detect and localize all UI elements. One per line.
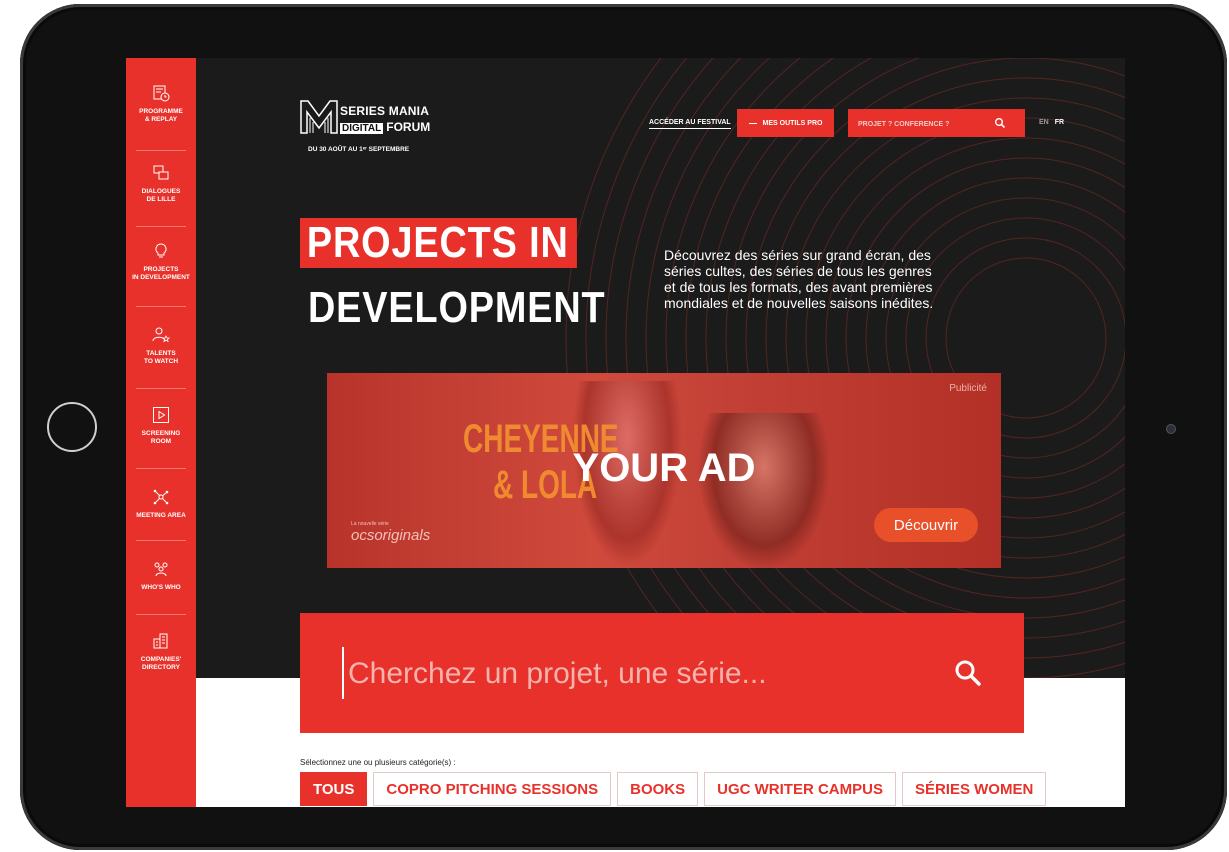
sidebar-item-label: DIALOGUES DE LILLE bbox=[141, 188, 181, 203]
project-search[interactable] bbox=[300, 613, 1024, 733]
category-tous[interactable]: TOUS bbox=[300, 772, 368, 806]
category-series-women[interactable]: SÉRIES WOMEN bbox=[901, 772, 1047, 806]
network-icon bbox=[153, 489, 169, 505]
user-star-icon bbox=[152, 327, 170, 343]
sidebar-item-whos-who[interactable]: WHO'S WHO bbox=[126, 560, 196, 592]
sidebar-item-label: COMPANIES' DIRECTORY bbox=[140, 656, 182, 671]
calendar-clock-icon bbox=[153, 85, 170, 102]
play-screen-icon bbox=[153, 407, 169, 423]
sidebar-item-companies[interactable]: COMPANIES' DIRECTORY bbox=[126, 632, 196, 672]
sidebar-divider bbox=[136, 226, 186, 227]
page-title-line1: PROJECTS IN bbox=[300, 218, 578, 268]
ad-banner[interactable]: CHEYENNE & LOLA YOUR AD Publicité La nou… bbox=[327, 373, 1001, 568]
sidebar-item-dialogues[interactable]: DIALOGUES DE LILLE bbox=[126, 164, 196, 204]
category-filter-label: Sélectionnez une ou plusieurs catégorie(… bbox=[300, 758, 456, 767]
page-title-line2: DEVELOPMENT bbox=[308, 283, 606, 332]
category-copro-pitching[interactable]: COPRO PITCHING SESSIONS bbox=[373, 772, 612, 806]
pro-tools-label: MES OUTILS PRO bbox=[762, 119, 823, 127]
sidebar-item-label: PROJECTS IN DEVELOPMENT bbox=[132, 266, 190, 281]
sidebar-item-programme[interactable]: PROGRAMME & REPLAY bbox=[126, 84, 196, 124]
sidebar-item-label: WHO'S WHO bbox=[141, 584, 181, 591]
ad-discover-button[interactable]: Découvrir bbox=[874, 508, 978, 542]
series-mania-m-icon bbox=[300, 100, 338, 134]
ad-label: Publicité bbox=[949, 383, 987, 394]
ad-brand-logo: ocsoriginals bbox=[351, 527, 431, 544]
home-button bbox=[47, 402, 97, 452]
logo-subtitle: DIGITAL FORUM bbox=[340, 120, 430, 134]
people-group-icon bbox=[154, 562, 168, 577]
sidebar-item-label: TALENTS TO WATCH bbox=[143, 350, 179, 365]
sidebar-divider bbox=[136, 388, 186, 389]
search-icon[interactable] bbox=[952, 657, 984, 689]
page-description: Découvrez des séries sur grand écran, de… bbox=[664, 247, 934, 311]
project-search-input[interactable] bbox=[346, 649, 910, 699]
logo-forum: FORUM bbox=[386, 120, 431, 134]
sidebar: PROGRAMME & REPLAY DIALOGUES DE LILLE PR… bbox=[126, 58, 196, 807]
event-dates: DU 30 AOÛT AU 1ᵉʳ SEPTEMBRE bbox=[308, 146, 410, 153]
logo-digital: DIGITAL bbox=[340, 123, 384, 134]
sidebar-item-label: PROGRAMME & REPLAY bbox=[139, 108, 183, 123]
text-cursor bbox=[342, 647, 344, 699]
sidebar-divider bbox=[136, 614, 186, 615]
buildings-icon bbox=[153, 633, 168, 649]
lang-en[interactable]: EN bbox=[1039, 119, 1049, 126]
category-ugc-writer-campus[interactable]: UGC WRITER CAMPUS bbox=[704, 772, 896, 806]
sidebar-divider bbox=[136, 468, 186, 469]
screen: PROGRAMME & REPLAY DIALOGUES DE LILLE PR… bbox=[126, 58, 1125, 807]
sidebar-item-screening[interactable]: SCREENING ROOM bbox=[126, 406, 196, 446]
lang-fr[interactable]: FR bbox=[1055, 119, 1064, 126]
category-books[interactable]: BOOKS bbox=[617, 772, 699, 806]
main-content: SERIES MANIA DIGITAL FORUM DU 30 AOÛT AU … bbox=[196, 58, 1125, 807]
sidebar-divider bbox=[136, 150, 186, 151]
search-icon[interactable] bbox=[994, 117, 1006, 129]
sidebar-item-talents[interactable]: TALENTS TO WATCH bbox=[126, 326, 196, 366]
lightbulb-icon bbox=[155, 243, 167, 258]
sidebar-item-label: SCREENING ROOM bbox=[141, 430, 181, 445]
sidebar-item-label: MEETING AREA bbox=[136, 512, 186, 519]
camera-lens bbox=[1166, 424, 1176, 434]
category-filter: TOUS COPRO PITCHING SESSIONS BOOKS UGC W… bbox=[300, 772, 1047, 806]
sidebar-item-meeting[interactable]: MEETING AREA bbox=[126, 488, 196, 520]
sidebar-divider bbox=[136, 306, 186, 307]
sidebar-item-projects[interactable]: PROJECTS IN DEVELOPMENT bbox=[126, 242, 196, 282]
sidebar-divider bbox=[136, 540, 186, 541]
pro-tools-button[interactable]: MES OUTILS PRO bbox=[737, 109, 834, 137]
header-search[interactable] bbox=[848, 109, 1025, 137]
logo-title: SERIES MANIA bbox=[340, 104, 430, 118]
festival-link[interactable]: ACCÉDER AU FESTIVAL bbox=[649, 119, 731, 129]
ad-placeholder-text: YOUR AD bbox=[572, 446, 756, 490]
header-search-input[interactable] bbox=[856, 116, 990, 132]
chat-bubbles-icon bbox=[153, 165, 169, 180]
language-switcher: EN FR bbox=[1039, 119, 1064, 126]
minus-icon bbox=[748, 122, 757, 124]
